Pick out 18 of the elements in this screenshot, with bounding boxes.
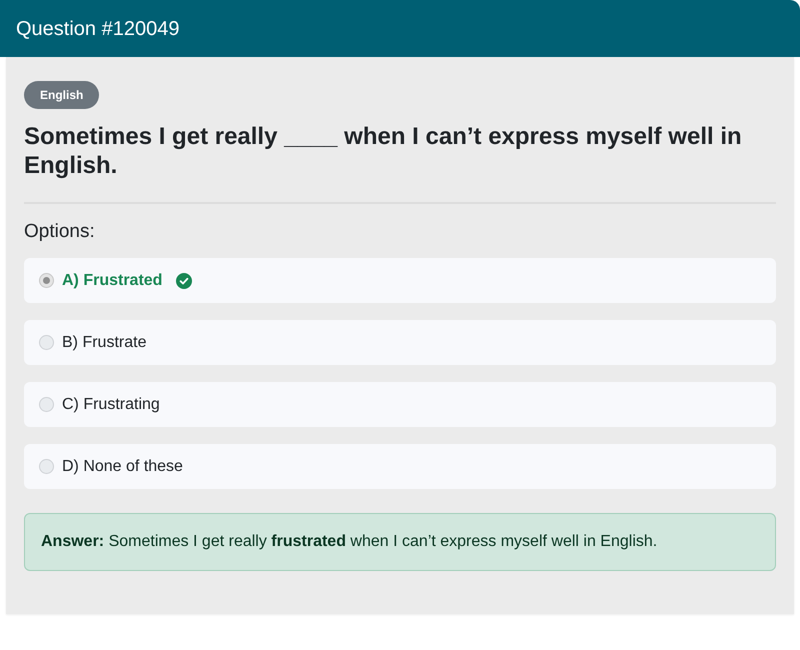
- option-label: C) Frustrating: [62, 394, 160, 414]
- radio-button[interactable]: [39, 273, 54, 288]
- option-label: D) None of these: [62, 456, 183, 476]
- option-row[interactable]: C) Frustrating: [24, 382, 776, 427]
- check-circle-icon: [176, 272, 192, 288]
- question-text: Sometimes I get really ____ when I can’t express myself well in English.: [24, 122, 743, 180]
- option-label: B) Frustrate: [62, 332, 146, 352]
- option-row[interactable]: B) Frustrate: [24, 320, 776, 365]
- option-row[interactable]: A) Frustrated: [24, 258, 776, 303]
- radio-button[interactable]: [39, 397, 54, 412]
- option-row[interactable]: D) None of these: [24, 444, 776, 489]
- options-heading: Options:: [24, 220, 95, 244]
- radio-button[interactable]: [39, 459, 54, 474]
- radio-button[interactable]: [39, 335, 54, 350]
- question-number: Question #120049: [16, 16, 180, 42]
- option-label: A) Frustrated: [62, 270, 162, 290]
- category-tag: English: [24, 81, 100, 109]
- answer-text: Answer: Sometimes I get really frustrated when I can’t express myself well in English.: [41, 532, 658, 552]
